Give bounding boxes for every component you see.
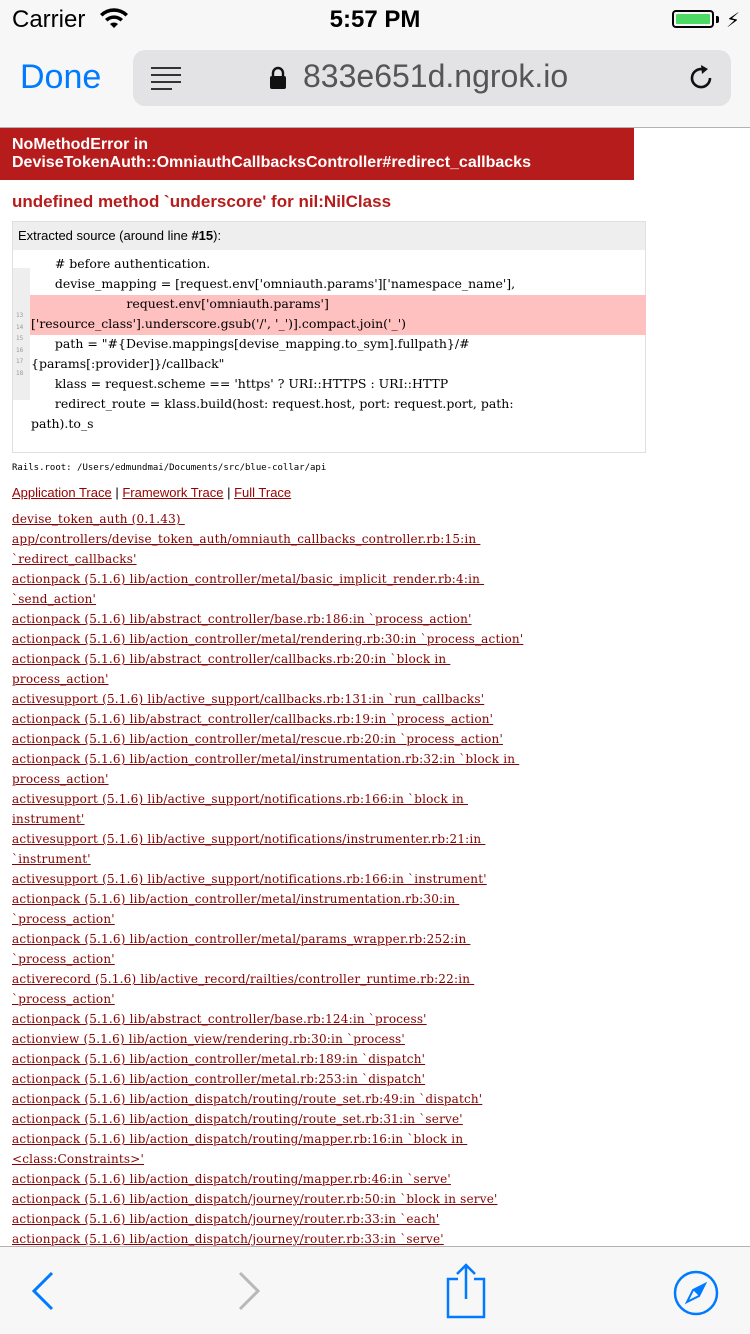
trace-line[interactable]: actionpack (5.1.6) lib/abstract_controll…	[12, 649, 632, 669]
forward-icon[interactable]	[236, 1263, 262, 1319]
battery-icon	[672, 10, 714, 28]
code-line: request.env['omniauth.params']	[31, 296, 329, 311]
trace-line[interactable]: `process_action'	[12, 989, 632, 1009]
line-number-gutter: 13 14 15 16 17 18	[13, 268, 30, 400]
done-button[interactable]: Done	[20, 58, 101, 97]
trace-line[interactable]: actionpack (5.1.6) lib/abstract_controll…	[12, 709, 632, 729]
trace-line[interactable]: actionpack (5.1.6) lib/action_dispatch/r…	[12, 1089, 632, 1109]
source-line-number: #15	[191, 228, 214, 243]
browser-nav-bar: Done 833e651d.ngrok.io	[0, 40, 750, 128]
error-title-line1: NoMethodError in	[12, 136, 148, 153]
code-line: {params[:provider]}/callback"	[31, 356, 225, 371]
trace-list: devise_token_auth (0.1.43) app/controlle…	[12, 509, 632, 1246]
trace-line[interactable]: actionpack (5.1.6) lib/action_controller…	[12, 889, 632, 909]
trace-line[interactable]: actionpack (5.1.6) lib/action_dispatch/r…	[12, 1109, 632, 1129]
trace-line[interactable]: activesupport (5.1.6) lib/active_support…	[12, 789, 632, 809]
framework-trace-link[interactable]: Framework Trace	[122, 485, 223, 500]
trace-line[interactable]: actionpack (5.1.6) lib/action_controller…	[12, 929, 632, 949]
reader-icon[interactable]	[151, 67, 181, 90]
trace-line[interactable]: actionpack (5.1.6) lib/action_dispatch/j…	[12, 1229, 632, 1246]
full-trace-link[interactable]: Full Trace	[234, 485, 291, 500]
clock: 5:57 PM	[329, 6, 421, 33]
trace-line[interactable]: activesupport (5.1.6) lib/active_support…	[12, 869, 632, 889]
trace-line[interactable]: actionpack (5.1.6) lib/action_controller…	[12, 569, 632, 589]
trace-line[interactable]: `redirect_callbacks'	[12, 549, 632, 569]
gutter-number: 16	[16, 347, 24, 354]
trace-line[interactable]: `process_action'	[12, 909, 632, 929]
battery-cap	[716, 16, 719, 23]
safari-compass-icon[interactable]	[672, 1269, 720, 1317]
trace-line[interactable]: actionpack (5.1.6) lib/action_dispatch/r…	[12, 1169, 632, 1189]
source-header: Extracted source (around line #15):	[13, 222, 645, 250]
rails-root: Rails.root: /Users/edmundmai/Documents/s…	[12, 463, 327, 473]
gutter-number: 14	[16, 324, 24, 331]
trace-tabs: Application Trace | Framework Trace | Fu…	[12, 485, 292, 500]
code-line: path = "#{Devise.mappings[devise_mapping…	[31, 336, 470, 351]
trace-line[interactable]: activesupport (5.1.6) lib/active_support…	[12, 829, 632, 849]
lock-icon	[270, 66, 286, 89]
trace-line[interactable]: actionview (5.1.6) lib/action_view/rende…	[12, 1029, 632, 1049]
gutter-number: 17	[16, 358, 24, 365]
trace-line[interactable]: actionpack (5.1.6) lib/action_controller…	[12, 1049, 632, 1069]
charging-icon: ⚡︎	[725, 10, 740, 32]
trace-line[interactable]: instrument'	[12, 809, 632, 829]
trace-line[interactable]: `process_action'	[12, 949, 632, 969]
trace-line[interactable]: actionpack (5.1.6) lib/abstract_controll…	[12, 1009, 632, 1029]
back-icon[interactable]	[30, 1263, 56, 1319]
trace-line[interactable]: <class:Constraints>'	[12, 1149, 632, 1169]
trace-line[interactable]: actionpack (5.1.6) lib/action_controller…	[12, 729, 632, 749]
code-line: devise_mapping = [request.env['omniauth.…	[31, 276, 516, 291]
trace-line[interactable]: actionpack (5.1.6) lib/abstract_controll…	[12, 609, 632, 629]
trace-line[interactable]: actionpack (5.1.6) lib/action_dispatch/r…	[12, 1129, 632, 1149]
share-icon[interactable]	[444, 1263, 488, 1319]
trace-line[interactable]: actionpack (5.1.6) lib/action_controller…	[12, 1069, 632, 1089]
status-bar: Carrier 5:57 PM ⚡︎	[0, 0, 750, 40]
code-line: klass = request.scheme == 'https' ? URI:…	[31, 376, 449, 391]
reload-icon[interactable]	[685, 62, 717, 94]
trace-line[interactable]: activerecord (5.1.6) lib/active_record/r…	[12, 969, 632, 989]
trace-line[interactable]: devise_token_auth (0.1.43)	[12, 509, 632, 529]
code-line: path).to_s	[31, 416, 94, 431]
trace-line[interactable]: process_action'	[12, 669, 632, 689]
trace-line[interactable]: app/controllers/devise_token_auth/omniau…	[12, 529, 632, 549]
error-message: undefined method `underscore' for nil:Ni…	[12, 192, 392, 211]
extracted-source: Extracted source (around line #15): 13 1…	[12, 221, 646, 453]
trace-line[interactable]: process_action'	[12, 769, 632, 789]
address-bar[interactable]: 833e651d.ngrok.io	[133, 50, 731, 106]
code-line: redirect_route = klass.build(host: reque…	[31, 396, 514, 411]
gutter-number: 15	[16, 335, 24, 342]
browser-toolbar	[0, 1246, 750, 1334]
trace-line[interactable]: `instrument'	[12, 849, 632, 869]
web-content[interactable]: NoMethodError in DeviseTokenAuth::Omniau…	[0, 128, 750, 1246]
trace-line[interactable]: actionpack (5.1.6) lib/action_controller…	[12, 749, 632, 769]
trace-line[interactable]: actionpack (5.1.6) lib/action_dispatch/j…	[12, 1209, 632, 1229]
gutter-number: 13	[16, 312, 24, 319]
trace-line[interactable]: actionpack (5.1.6) lib/action_dispatch/j…	[12, 1189, 632, 1209]
error-title-line2: DeviseTokenAuth::OmniauthCallbacksContro…	[12, 154, 531, 171]
code-line: ['resource_class'].underscore.gsub('/', …	[31, 316, 407, 331]
gutter-number: 18	[16, 370, 24, 377]
trace-line[interactable]: `send_action'	[12, 589, 632, 609]
trace-line[interactable]: actionpack (5.1.6) lib/action_controller…	[12, 629, 632, 649]
trace-line[interactable]: activesupport (5.1.6) lib/active_support…	[12, 689, 632, 709]
code-line: # before authentication.	[31, 256, 211, 271]
application-trace-link[interactable]: Application Trace	[12, 485, 112, 500]
url-text: 833e651d.ngrok.io	[303, 58, 569, 94]
error-header: NoMethodError in DeviseTokenAuth::Omniau…	[0, 128, 634, 180]
